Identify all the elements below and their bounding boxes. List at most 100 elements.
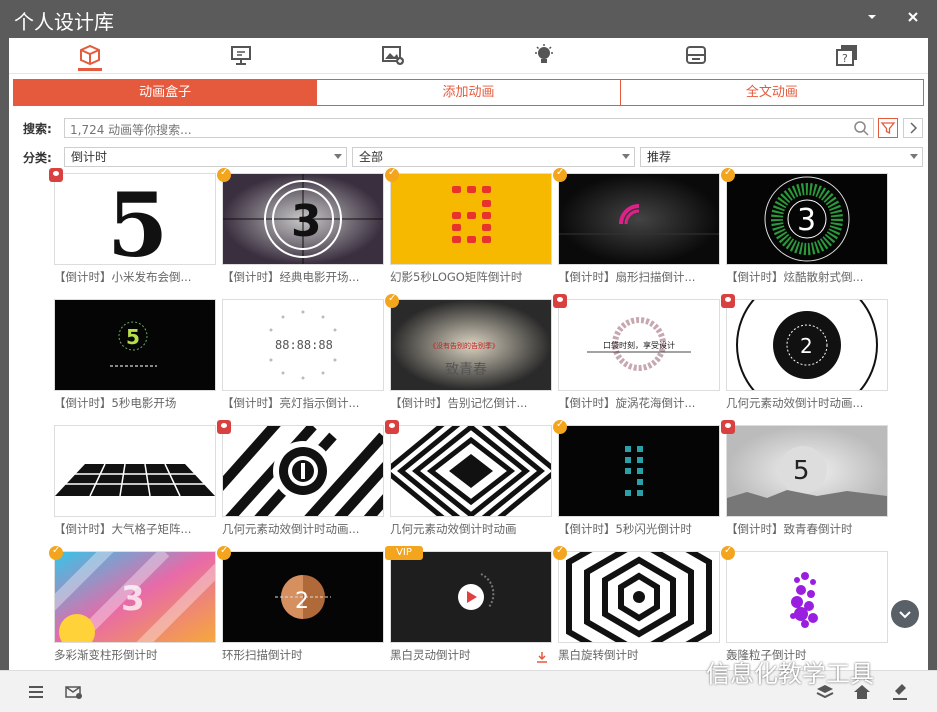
thumb-text: 致青春: [445, 362, 487, 378]
thumbnail: [390, 551, 552, 643]
thumbnail: [54, 425, 216, 517]
thumbnail: 5: [54, 173, 216, 265]
card-caption: 【倒计时】炫酷散射式倒...: [726, 270, 864, 284]
card-caption: 几何元素动效倒计时动画...: [222, 522, 360, 536]
filter-button[interactable]: [878, 118, 898, 138]
card-caption: 幻影5秒LOGO矩阵倒计时: [390, 270, 523, 284]
card-caption: 【倒计时】告别记忆倒计...: [390, 396, 528, 410]
card-caption: 【倒计时】旋涡花海倒计...: [558, 396, 696, 410]
card-caption: 【倒计时】扇形扫描倒计...: [558, 270, 696, 284]
download-icon[interactable]: [536, 648, 548, 663]
thumbnail: [558, 551, 720, 643]
lightbulb-icon[interactable]: [531, 42, 557, 68]
search-input[interactable]: [65, 121, 845, 139]
category-select-value: 倒计时: [71, 150, 108, 164]
card-caption: 【倒计时】5秒电影开场: [54, 396, 177, 410]
check-badge-icon: [385, 293, 399, 308]
thumb-text: 5: [107, 174, 168, 264]
user-badge-icon: [721, 420, 735, 434]
card-caption: 几何元素动效倒计时动画: [390, 522, 517, 536]
thumb-text: 5: [126, 325, 140, 349]
user-badge-icon: [553, 294, 567, 308]
check-badge-icon: [217, 167, 231, 182]
sort-select[interactable]: 推荐: [640, 147, 923, 167]
dropdown-icon[interactable]: [862, 9, 882, 29]
scroll-down-button[interactable]: [891, 600, 919, 628]
user-badge-icon: [385, 420, 399, 434]
card-caption: 多彩渐变柱形倒计时: [54, 648, 158, 662]
clean-icon[interactable]: [890, 682, 910, 702]
check-badge-icon: [553, 167, 567, 182]
mail-icon[interactable]: [64, 682, 84, 702]
tab-add-animation[interactable]: 添加动画: [317, 80, 621, 105]
app-window: 个人设计库 ? 动画盒子 添加动画 全文动画 搜索: 1,724 动画等你搜索.…: [0, 0, 937, 712]
close-icon[interactable]: [903, 9, 923, 29]
thumbnail: 3: [726, 173, 888, 265]
help-icon[interactable]: ?: [834, 42, 860, 68]
card-caption: 几何元素动效倒计时动画...: [726, 396, 864, 410]
thumb-text: 3: [291, 196, 322, 247]
scope-select[interactable]: 全部: [352, 147, 635, 167]
thumbnail: 3: [222, 173, 384, 265]
thumbnail: 5: [54, 299, 216, 391]
thumbnail: [726, 551, 888, 643]
thumb-text: 3: [121, 579, 145, 619]
category-label: 分类:: [23, 151, 52, 165]
search-box: [64, 118, 874, 139]
next-page-button[interactable]: [903, 118, 923, 138]
card-caption: 黑白灵动倒计时: [390, 648, 471, 662]
check-badge-icon: [49, 545, 63, 560]
thumbnail: [558, 173, 720, 265]
thumbnail: 2: [222, 551, 384, 643]
storage-icon[interactable]: [683, 42, 709, 68]
search-icon[interactable]: [853, 120, 869, 136]
animation-box-icon[interactable]: [77, 42, 103, 68]
thumb-text: 3: [797, 203, 816, 238]
check-badge-icon: [553, 419, 567, 434]
chevron-down-icon: [899, 611, 911, 619]
svg-text:?: ?: [842, 52, 848, 65]
check-badge-icon: [721, 545, 735, 560]
chevron-right-icon: [910, 122, 918, 134]
filter-icon: [880, 122, 896, 135]
vip-badge: VIP: [385, 546, 423, 560]
card-caption: 【倒计时】亮灯指示倒计...: [222, 396, 360, 410]
thumb-text: 《没有告别的告别季》: [429, 341, 499, 350]
scope-select-value: 全部: [359, 150, 384, 164]
thumbnail: [222, 425, 384, 517]
check-badge-icon: [217, 545, 231, 560]
thumbnail: 88:88:88: [222, 299, 384, 391]
icon-toolbar: ?: [9, 38, 928, 74]
check-badge-icon: [553, 545, 567, 560]
card-caption: 【倒计时】5秒闪光倒计时: [558, 522, 692, 536]
search-label: 搜索:: [23, 122, 52, 136]
card-caption: 环形扫描倒计时: [222, 648, 303, 662]
thumb-text: 88:88:88: [275, 338, 333, 352]
image-add-icon[interactable]: [380, 42, 406, 68]
menu-icon[interactable]: [26, 682, 46, 702]
tab-animation-box[interactable]: 动画盒子: [14, 80, 318, 105]
thumbnail: 3: [54, 551, 216, 643]
thumbnail: [558, 425, 720, 517]
category-select[interactable]: 倒计时: [64, 147, 347, 167]
check-badge-icon: [385, 167, 399, 182]
thumbnail: [390, 173, 552, 265]
presentation-icon[interactable]: [228, 42, 254, 68]
chevron-down-icon: [622, 154, 630, 159]
chevron-down-icon: [910, 154, 918, 159]
user-badge-icon: [721, 294, 735, 308]
card-caption: 【倒计时】小米发布会倒...: [54, 270, 192, 284]
window-title: 个人设计库: [14, 10, 114, 34]
user-badge-icon: [217, 420, 231, 434]
title-bar: 个人设计库: [0, 0, 937, 38]
thumb-text: 2: [295, 589, 309, 614]
user-badge-icon: [49, 168, 63, 182]
watermark-text: 信息化教学工具: [706, 660, 874, 688]
thumb-text: 5: [793, 456, 810, 486]
tab-bar: 动画盒子 添加动画 全文动画: [13, 79, 924, 106]
card-caption: 【倒计时】大气格子矩阵...: [54, 522, 192, 536]
active-indicator: [78, 68, 102, 71]
thumbnail: [390, 425, 552, 517]
thumbnail: 《没有告别的告别季》致青春: [390, 299, 552, 391]
tab-fulltext-animation[interactable]: 全文动画: [620, 80, 923, 105]
